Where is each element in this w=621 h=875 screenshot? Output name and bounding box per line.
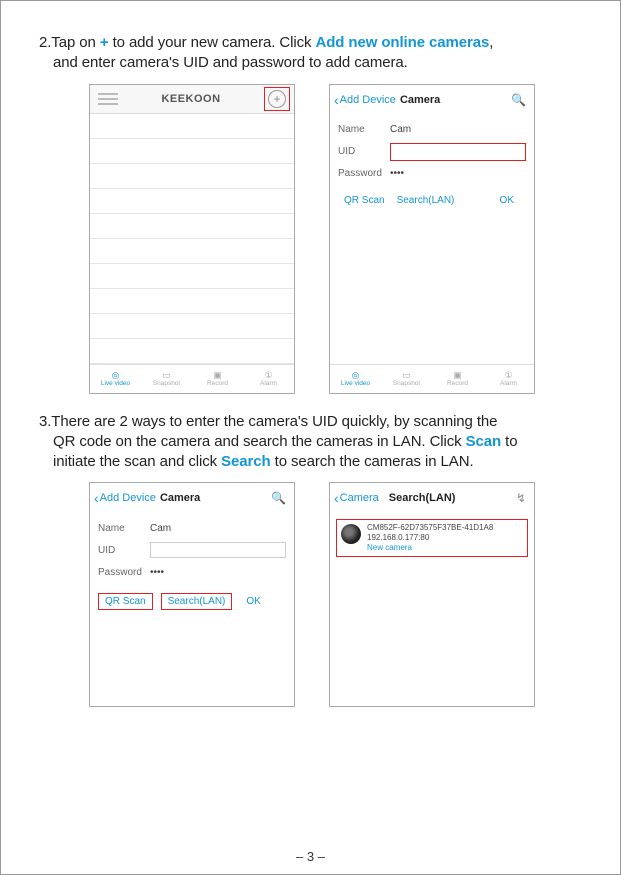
plus-highlight: + [100,34,109,51]
screen-title: Camera [160,492,200,504]
live-video-icon: ◎ [112,371,120,380]
add-device-form: NameCam UID Password•••• QR Scan Search(… [330,115,534,206]
snapshot-icon: ▭ [162,371,171,380]
tab-bar: ◎Live video ▭Snapshot ▣Record ①Alarm [90,364,294,392]
document-page: 2.Tap on + to add your new camera. Click… [0,0,621,875]
password-input[interactable]: •••• [150,567,286,578]
titlebar-add-device: ‹Add Device Camera 🔍 [90,483,294,513]
page-number: – 3 – [1,849,620,864]
add-camera-highlight-box: + [264,87,290,111]
lan-result-item[interactable]: CM852F-62D73575F37BE-41D1A8 192.168.0.17… [336,519,528,557]
action-buttons-highlighted: QR Scan Search(LAN) OK [98,593,286,610]
alarm-icon: ① [264,371,272,380]
back-button[interactable]: ‹Add Device [334,92,396,108]
brand-label: KEEKOON [118,93,264,105]
screenshot-add-device-uid: ‹Add Device Camera 🔍 NameCam UID Passwor… [329,84,535,394]
chevron-left-icon: ‹ [334,92,339,108]
action-buttons: QR Scan Search(LAN) OK [338,195,526,206]
tab-snapshot[interactable]: ▭Snapshot [141,365,192,392]
tab-record[interactable]: ▣Record [192,365,243,392]
uid-row: UID [338,141,526,163]
password-row: Password•••• [98,561,286,583]
uid-input[interactable] [150,542,286,558]
scan-highlight: Scan [466,433,501,450]
add-device-form: NameCam UID Password•••• QR Scan Search(… [90,513,294,610]
camera-icon [341,524,361,544]
titlebar-add-device: ‹Add Device Camera 🔍 [330,85,534,115]
password-row: Password•••• [338,163,526,185]
found-ip: 192.168.0.177:80 [367,533,493,543]
search-highlight: Search [221,453,270,470]
step3-screenshots: ‹Add Device Camera 🔍 NameCam UID Passwor… [89,482,582,707]
add-camera-button[interactable]: + [268,90,286,108]
tab-live-video[interactable]: ◎Live video [330,365,381,393]
alarm-icon: ① [504,371,512,380]
chevron-left-icon: ‹ [94,490,99,506]
name-row: NameCam [98,517,286,539]
live-video-icon: ◎ [352,371,360,380]
record-icon: ▣ [213,371,222,380]
screenshot-add-device-buttons: ‹Add Device Camera 🔍 NameCam UID Passwor… [89,482,295,707]
back-button[interactable]: ‹Add Device [94,490,156,506]
titlebar-list: KEEKOON + [90,85,294,115]
snapshot-icon: ▭ [402,371,411,380]
refresh-icon[interactable]: ↯ [516,491,526,505]
screenshot-search-lan: ‹Camera Search(LAN) ↯ CM852F-62D73575F37… [329,482,535,707]
record-icon: ▣ [453,371,462,380]
add-online-cameras-highlight: Add new online cameras [316,34,490,51]
tab-bar: ◎Live video ▭Snapshot ▣Record ①Alarm [330,364,534,393]
qr-scan-button[interactable]: QR Scan [338,195,391,206]
screenshot-camera-list: KEEKOON + ◎Live video ▭Snapshot ▣Record … [89,84,295,394]
lan-result-text: CM852F-62D73575F37BE-41D1A8 192.168.0.17… [367,523,493,553]
tab-alarm[interactable]: ①Alarm [243,365,294,392]
tab-record[interactable]: ▣Record [432,365,483,393]
step2-text: 2.Tap on + to add your new camera. Click… [39,33,582,74]
search-icon[interactable]: 🔍 [511,93,526,107]
ok-button[interactable]: OK [246,596,260,607]
back-button[interactable]: ‹Camera [334,490,379,506]
menu-icon[interactable] [98,92,118,106]
uid-row: UID [98,539,286,561]
tab-snapshot[interactable]: ▭Snapshot [381,365,432,393]
titlebar-search-lan: ‹Camera Search(LAN) ↯ [330,483,534,513]
name-input[interactable]: Cam [390,124,526,135]
tab-alarm[interactable]: ①Alarm [483,365,534,393]
tab-live-video[interactable]: ◎Live video [90,365,141,392]
empty-camera-list [90,114,294,364]
found-uid: CM852F-62D73575F37BE-41D1A8 [367,523,493,533]
new-camera-label: New camera [367,543,493,553]
password-input[interactable]: •••• [390,168,526,179]
name-input[interactable]: Cam [150,523,286,534]
chevron-left-icon: ‹ [334,490,339,506]
step3-text: 3.There are 2 ways to enter the camera's… [39,412,582,473]
name-row: NameCam [338,119,526,141]
search-lan-button[interactable]: Search(LAN) [161,593,233,610]
uid-input[interactable] [390,143,526,161]
step2-screenshots: KEEKOON + ◎Live video ▭Snapshot ▣Record … [89,84,582,394]
ok-button[interactable]: OK [494,195,520,206]
screen-title: Search(LAN) [389,492,456,504]
screen-title: Camera [400,94,440,106]
qr-scan-button[interactable]: QR Scan [98,593,153,610]
search-lan-button[interactable]: Search(LAN) [391,195,461,206]
search-icon[interactable]: 🔍 [271,491,286,505]
